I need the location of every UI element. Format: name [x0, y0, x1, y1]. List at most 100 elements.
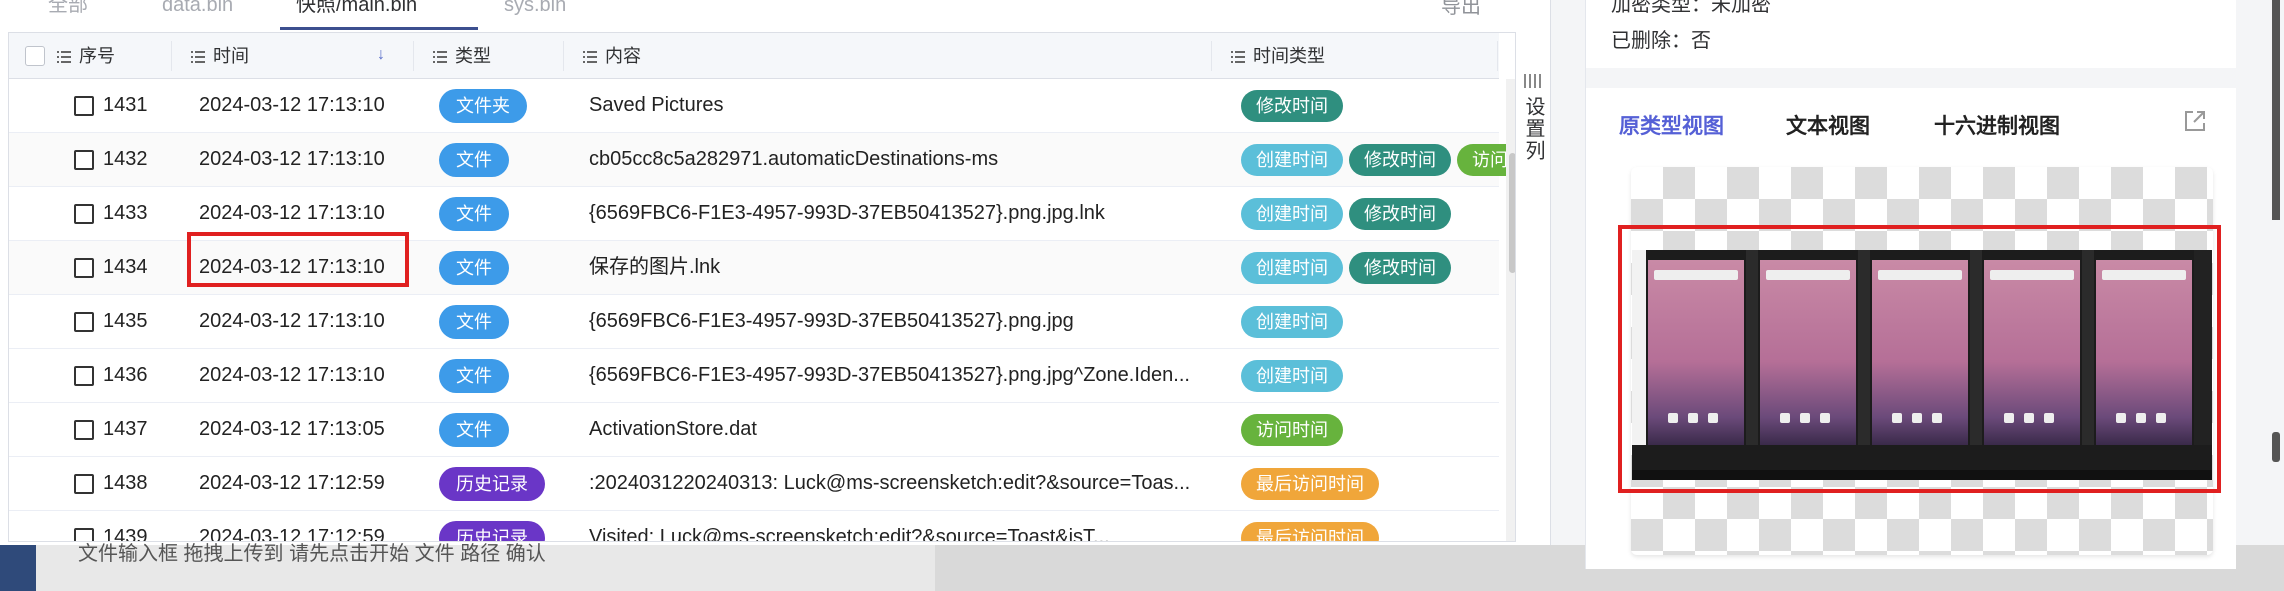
time-cell-highlight	[187, 232, 409, 287]
tab-all[interactable]: 全部	[48, 0, 88, 20]
preview-highlight	[1618, 225, 2221, 493]
tab-sys-bin[interactable]: sys.bin	[504, 0, 566, 20]
table-scrollbar-thumb[interactable]	[1509, 153, 1515, 273]
column-header-type[interactable]: 类型	[433, 33, 491, 78]
column-settings-button[interactable]: 设置列	[1520, 96, 1546, 162]
row-content: {6569FBC6-F1E3-4957-993D-37EB50413527}.p…	[589, 310, 1074, 332]
column-menu-icon[interactable]	[583, 51, 597, 63]
column-label-index: 序号	[79, 46, 115, 66]
row-index: 1432	[103, 148, 148, 170]
type-pill: 文件夹	[439, 88, 527, 123]
column-header-time[interactable]: 时间	[191, 33, 249, 78]
type-pill: 文件	[439, 250, 509, 285]
row-time: 2024-03-12 17:13:10	[199, 94, 385, 116]
tab-data-bin[interactable]: data.bin	[162, 0, 233, 20]
row-index: 1437	[103, 418, 148, 440]
export-link[interactable]: 导出	[1441, 0, 1481, 19]
row-checkbox[interactable]	[74, 474, 94, 494]
row-checkbox[interactable]	[74, 420, 94, 440]
select-all-checkbox[interactable]	[25, 46, 45, 66]
time-type-tag: 创建时间	[1241, 359, 1343, 392]
table-row[interactable]: 1431 2024-03-12 17:13:10 文件夹 Saved Pictu…	[9, 79, 1499, 133]
row-index: 1431	[103, 94, 148, 116]
row-content: cb05cc8c5a282971.automaticDestinations-m…	[589, 148, 999, 170]
file-list-panel: 全部 data.bin 快照/main.bin sys.bin 导出 序号 时间…	[0, 0, 1551, 545]
column-header-index[interactable]: 序号	[57, 33, 115, 78]
tab-text-view[interactable]: 文本视图	[1786, 110, 1870, 140]
background-sidebar	[0, 545, 36, 591]
column-menu-icon[interactable]	[57, 51, 71, 63]
column-label-type: 类型	[455, 46, 491, 66]
tab-hex-view[interactable]: 十六进制视图	[1934, 110, 2060, 140]
deleted-value: 否	[1691, 30, 1711, 52]
window-edge	[2272, 0, 2280, 220]
table-scrollbar[interactable]	[1506, 79, 1515, 541]
panel-divider	[1586, 68, 2236, 88]
column-label-time-type: 时间类型	[1253, 46, 1325, 66]
row-index: 1433	[103, 202, 148, 224]
time-type-tag: 最后访问时间	[1241, 521, 1379, 541]
time-type-tag: 创建时间	[1241, 143, 1343, 176]
encryption-info: 加密类型：未加密	[1611, 0, 1771, 17]
column-label-time: 时间	[213, 46, 249, 66]
time-type-tag: 修改时间	[1349, 143, 1451, 176]
row-checkbox[interactable]	[74, 204, 94, 224]
row-time: 2024-03-12 17:13:05	[199, 418, 385, 440]
row-time: 2024-03-12 17:13:10	[199, 148, 385, 170]
time-type-tag: 最后访问时间	[1241, 467, 1379, 500]
row-checkbox[interactable]	[74, 150, 94, 170]
type-pill: 文件	[439, 196, 509, 231]
tab-original-view[interactable]: 原类型视图	[1619, 110, 1724, 140]
time-type-tag: 访问时间	[1241, 413, 1343, 446]
row-checkbox[interactable]	[74, 96, 94, 116]
column-menu-icon[interactable]	[1231, 51, 1245, 63]
column-menu-icon[interactable]	[433, 51, 447, 63]
column-header-content[interactable]: 内容	[583, 33, 641, 78]
column-divider[interactable]	[1211, 41, 1212, 71]
column-divider[interactable]	[1497, 41, 1498, 71]
table-header: 序号 时间 ↓ 类型 内容 时间类型	[9, 33, 1499, 79]
window-edge-handle[interactable]	[2272, 432, 2280, 462]
deleted-label: 已删除：	[1611, 30, 1691, 52]
type-pill: 历史记录	[439, 466, 545, 501]
column-menu-icon[interactable]	[191, 51, 205, 63]
background-text: 文件输入框 拖拽上传到 请先点击开始 文件 路径 确认	[78, 543, 546, 565]
row-content: :2024031220240313: Luck@ms-screensketch:…	[589, 472, 1191, 494]
table-row[interactable]: 1438 2024-03-12 17:12:59 历史记录 :202403122…	[9, 457, 1499, 511]
type-pill: 文件	[439, 304, 509, 339]
time-type-tag: 创建时间	[1241, 197, 1343, 230]
deleted-info: 已删除：否	[1611, 24, 1711, 53]
row-index: 1434	[103, 256, 148, 278]
row-checkbox[interactable]	[74, 258, 94, 278]
view-tabs: 原类型视图 文本视图 十六进制视图	[1586, 88, 2236, 148]
table-row[interactable]: 1436 2024-03-12 17:13:10 文件 {6569FBC6-F1…	[9, 349, 1499, 403]
external-link-icon[interactable]	[2182, 108, 2208, 134]
time-type-tag: 修改时间	[1241, 89, 1343, 122]
time-type-tag: 修改时间	[1349, 251, 1451, 284]
type-pill: 文件	[439, 412, 509, 447]
encryption-label: 加密类型：	[1611, 0, 1711, 16]
sort-down-icon[interactable]: ↓	[377, 45, 385, 65]
row-checkbox[interactable]	[74, 366, 94, 386]
column-divider[interactable]	[413, 41, 414, 71]
row-checkbox[interactable]	[74, 312, 94, 332]
table-row[interactable]: 1432 2024-03-12 17:13:10 文件 cb05cc8c5a28…	[9, 133, 1515, 187]
tab-main-bin[interactable]: 快照/main.bin	[296, 0, 417, 20]
active-tab-indicator	[280, 27, 478, 30]
details-panel: 加密类型：未加密 已删除：否 原类型视图 文本视图 十六进制视图	[1585, 0, 2236, 569]
column-label-content: 内容	[605, 46, 641, 66]
row-index: 1438	[103, 472, 148, 494]
time-type-tag: 创建时间	[1241, 251, 1343, 284]
table-row[interactable]: 1435 2024-03-12 17:13:10 文件 {6569FBC6-F1…	[9, 295, 1499, 349]
settings-bars-icon[interactable]	[1524, 74, 1542, 90]
row-time: 2024-03-12 17:13:10	[199, 364, 385, 386]
row-content: {6569FBC6-F1E3-4957-993D-37EB50413527}.p…	[589, 202, 1105, 224]
row-time: 2024-03-12 17:12:59	[199, 472, 385, 494]
column-divider[interactable]	[563, 41, 564, 71]
type-pill: 文件	[439, 358, 509, 393]
column-header-time-type[interactable]: 时间类型	[1231, 33, 1325, 78]
column-divider[interactable]	[171, 41, 172, 71]
row-index: 1436	[103, 364, 148, 386]
timeline-table: 序号 时间 ↓ 类型 内容 时间类型 1431 2024-03-12 17:13…	[8, 32, 1516, 542]
table-row[interactable]: 1437 2024-03-12 17:13:05 文件 ActivationSt…	[9, 403, 1499, 457]
